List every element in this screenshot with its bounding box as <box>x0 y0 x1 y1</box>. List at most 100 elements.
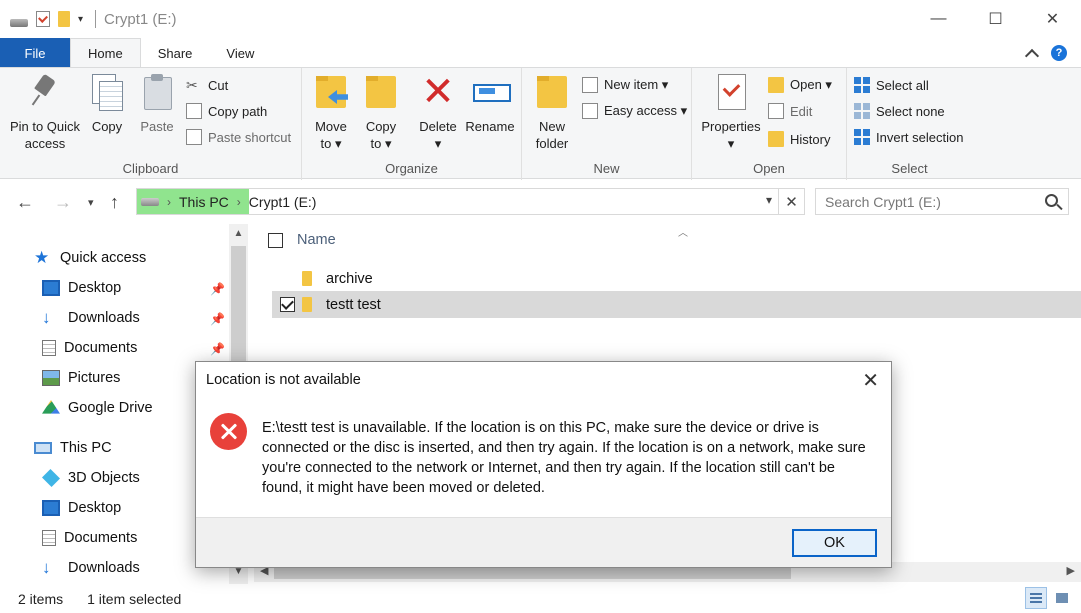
list-item[interactable]: archive <box>272 265 1081 292</box>
invert-selection-icon <box>854 129 870 145</box>
nav-this-pc[interactable]: This PC <box>34 440 112 456</box>
help-icon[interactable]: ? <box>1051 45 1067 61</box>
address-history-chevron-down-icon[interactable]: ▾ <box>766 193 772 207</box>
ok-button[interactable]: OK <box>792 529 877 557</box>
edit-label: Edit <box>790 103 813 119</box>
organize-group: Move to ▾ Copy to ▾ ✕ Delete ▾ Rename Or… <box>302 68 522 180</box>
new-group: New folder New item ▾ Easy access ▾ New <box>522 68 692 180</box>
column-header-name[interactable]: Name <box>268 232 336 248</box>
nav-pc-desktop[interactable]: Desktop <box>42 500 121 516</box>
up-arrow-icon[interactable]: ↑ <box>110 192 119 213</box>
delete-label: Delete <box>419 119 457 134</box>
clipboard-group-label: Clipboard <box>122 161 179 176</box>
nav-label: Downloads <box>68 310 140 326</box>
toolbar-divider <box>95 10 97 28</box>
address-bar[interactable]: › This PC › Crypt1 (E:) ▾ ✕ <box>136 188 805 215</box>
open-button[interactable]: Open ▾ <box>768 74 832 96</box>
breadcrumb-crypt1[interactable]: Crypt1 (E:) <box>249 194 317 210</box>
copy-icon <box>90 74 124 111</box>
close-window-button[interactable]: ✕ <box>1024 0 1081 38</box>
paste-label: Paste <box>140 119 174 134</box>
pin-icon[interactable]: 📌 <box>210 342 225 356</box>
breadcrumb-separator-icon[interactable]: › <box>167 195 171 209</box>
nav-3d-objects[interactable]: 3D Objects <box>41 468 140 488</box>
nav-label: Pictures <box>68 370 121 386</box>
select-none-button[interactable]: Select none <box>854 100 945 122</box>
breadcrumb-this-pc[interactable]: This PC <box>179 194 229 210</box>
search-input[interactable]: Search Crypt1 (E:) <box>815 188 1069 215</box>
copy-to-dropdown: to ▾ <box>370 136 392 151</box>
rename-button[interactable]: Rename <box>464 74 516 135</box>
history-button[interactable]: History <box>768 128 830 150</box>
row-checkbox[interactable] <box>279 297 295 312</box>
tab-view[interactable]: View <box>209 38 271 68</box>
scroll-up-chevron-icon[interactable]: ▲ <box>229 228 248 239</box>
clipboard-group: Pin to Quick access Copy Paste ✂ Cut Cop… <box>0 68 302 180</box>
pin-icon[interactable]: 📌 <box>210 312 225 326</box>
properties-check-icon <box>714 74 748 110</box>
list-item[interactable]: testt test <box>272 291 1081 318</box>
nav-pc-documents[interactable]: Documents <box>42 530 137 546</box>
nav-desktop[interactable]: Desktop <box>42 280 121 296</box>
select-all-button[interactable]: Select all <box>854 74 929 96</box>
breadcrumb-separator-icon[interactable]: › <box>237 195 241 209</box>
customize-toolbar-chevron-down-icon[interactable]: ▾ <box>78 14 83 25</box>
status-bar: 2 items 1 item selected <box>0 584 1081 613</box>
nav-label: Quick access <box>60 250 147 266</box>
search-icon[interactable] <box>1045 194 1058 207</box>
new-item-button[interactable]: New item ▾ <box>582 74 668 96</box>
edit-button[interactable]: Edit <box>768 100 812 122</box>
forward-arrow-icon[interactable]: → <box>54 192 72 213</box>
details-view-icon[interactable] <box>1025 587 1047 609</box>
nav-label: This PC <box>60 440 112 456</box>
tab-home[interactable]: Home <box>70 38 141 68</box>
new-folder-button[interactable]: New folder <box>532 74 572 152</box>
tab-file[interactable]: File <box>0 38 70 68</box>
column-name-label: Name <box>297 232 336 248</box>
tab-share[interactable]: Share <box>141 38 210 68</box>
dialog-close-icon[interactable]: ✕ <box>862 368 879 393</box>
invert-selection-button[interactable]: Invert selection <box>854 126 963 148</box>
move-to-button[interactable]: Move to ▾ <box>312 74 350 152</box>
paste-icon <box>140 74 174 110</box>
delete-button[interactable]: ✕ Delete ▾ <box>416 72 460 152</box>
nav-quick-access[interactable]: ★ Quick access <box>34 248 147 267</box>
nav-pictures[interactable]: Pictures <box>42 370 120 386</box>
copy-button[interactable]: Copy <box>88 74 126 135</box>
paste-button[interactable]: Paste <box>138 74 176 135</box>
copy-path-button[interactable]: Copy path <box>186 100 267 122</box>
nav-pc-downloads[interactable]: ↓ Downloads <box>42 559 140 576</box>
paste-shortcut-button[interactable]: Paste shortcut <box>186 126 291 148</box>
new-folder-icon[interactable] <box>58 11 70 27</box>
nav-label: 3D Objects <box>68 470 140 486</box>
properties-button[interactable]: Properties ▾ <box>698 74 764 152</box>
new-item-label: New item ▾ <box>604 77 669 92</box>
copy-to-button[interactable]: Copy to ▾ <box>362 74 400 152</box>
pin-to-quick-access-button[interactable]: Pin to Quick access <box>8 74 82 152</box>
nav-downloads[interactable]: ↓ Downloads <box>42 309 140 326</box>
back-arrow-icon[interactable]: ← <box>16 192 34 213</box>
easy-access-button[interactable]: Easy access ▾ <box>582 100 687 122</box>
drive-icon[interactable] <box>10 19 28 27</box>
dialog-title: Location is not available <box>206 372 361 388</box>
maximize-button[interactable]: ☐ <box>967 0 1024 38</box>
properties-icon[interactable] <box>36 11 50 27</box>
minimize-button[interactable]: — <box>910 0 967 38</box>
recent-locations-chevron-down-icon[interactable]: ▾ <box>88 196 94 209</box>
large-icons-view-icon[interactable] <box>1051 587 1073 609</box>
select-all-checkbox[interactable] <box>268 232 283 248</box>
cut-label: Cut <box>208 77 229 93</box>
google-drive-icon <box>42 400 60 414</box>
cut-button[interactable]: ✂ Cut <box>186 74 228 96</box>
nav-google-drive[interactable]: Google Drive <box>42 400 153 416</box>
nav-documents[interactable]: Documents <box>42 340 137 356</box>
sort-chevron-up-icon: ︿ <box>678 228 688 239</box>
clear-address-close-icon[interactable]: ✕ <box>778 189 804 214</box>
pin-icon[interactable]: 📌 <box>210 282 225 296</box>
window-title: Crypt1 (E:) <box>104 10 177 28</box>
collapse-ribbon-chevron-up-icon[interactable] <box>1024 48 1040 64</box>
scroll-right-chevron-icon[interactable]: ▶ <box>1067 564 1075 577</box>
error-icon <box>210 413 247 450</box>
star-icon: ★ <box>34 248 50 267</box>
select-none-label: Select none <box>876 103 945 119</box>
